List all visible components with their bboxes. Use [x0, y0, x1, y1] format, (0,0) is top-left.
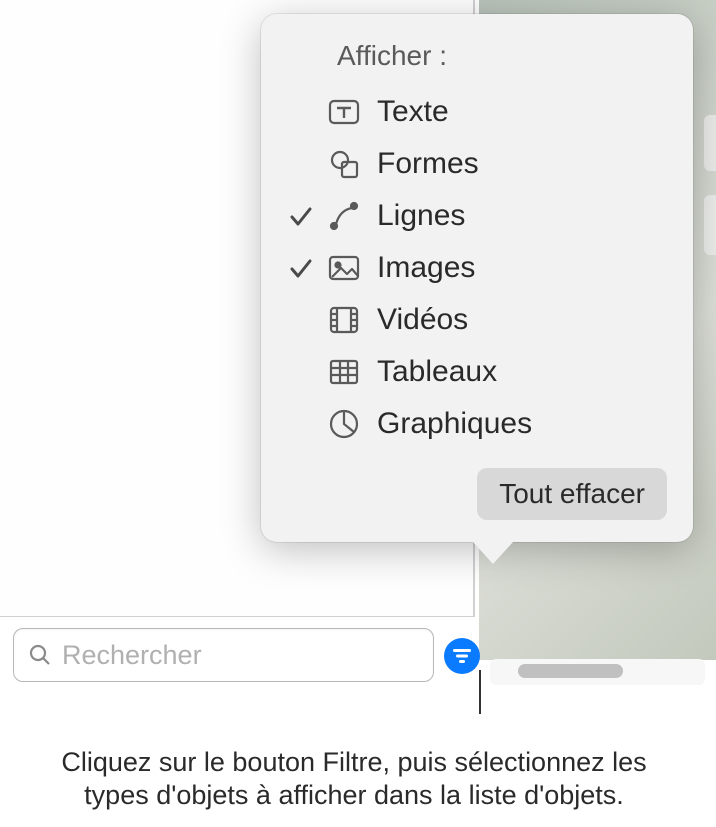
callout-line: [479, 670, 481, 714]
filter-item-label: Formes: [367, 147, 479, 181]
filter-item-label: Vidéos: [367, 303, 468, 337]
search-icon: [28, 643, 52, 667]
filter-item-label: Graphiques: [367, 407, 532, 441]
text-icon: [321, 94, 367, 130]
caption-text: Cliquez sur le bouton Filtre, puis sélec…: [44, 746, 664, 814]
shapes-icon: [321, 146, 367, 182]
check-icon: [281, 255, 321, 281]
horizontal-scrollbar[interactable]: [490, 659, 705, 685]
video-icon: [321, 302, 367, 338]
filter-item-lines[interactable]: Lignes: [261, 190, 693, 242]
filter-button[interactable]: [444, 638, 480, 674]
search-placeholder: Rechercher: [62, 640, 202, 671]
filter-item-shapes[interactable]: Formes: [261, 138, 693, 190]
filter-item-label: Texte: [367, 95, 449, 129]
clear-all-button[interactable]: Tout effacer: [477, 468, 667, 520]
filter-item-label: Tableaux: [367, 355, 497, 389]
side-tab-1[interactable]: [704, 115, 716, 171]
search-bar-container: Rechercher: [13, 628, 476, 682]
filter-item-text[interactable]: Texte: [261, 86, 693, 138]
filter-item-label: Lignes: [367, 199, 465, 233]
side-tab-2[interactable]: [704, 195, 716, 255]
check-icon: [281, 203, 321, 229]
image-icon: [321, 250, 367, 286]
lines-icon: [321, 198, 367, 234]
filter-item-images[interactable]: Images: [261, 242, 693, 294]
filter-item-charts[interactable]: Graphiques: [261, 398, 693, 450]
table-icon: [321, 354, 367, 390]
chart-icon: [321, 406, 367, 442]
filter-item-videos[interactable]: Vidéos: [261, 294, 693, 346]
search-input[interactable]: Rechercher: [13, 628, 434, 682]
filter-icon: [452, 648, 472, 664]
filter-item-tables[interactable]: Tableaux: [261, 346, 693, 398]
filter-popover: Afficher : Texte Formes: [261, 14, 693, 542]
popover-header: Afficher :: [261, 34, 693, 86]
filter-item-label: Images: [367, 251, 475, 285]
scrollbar-thumb[interactable]: [518, 664, 623, 678]
